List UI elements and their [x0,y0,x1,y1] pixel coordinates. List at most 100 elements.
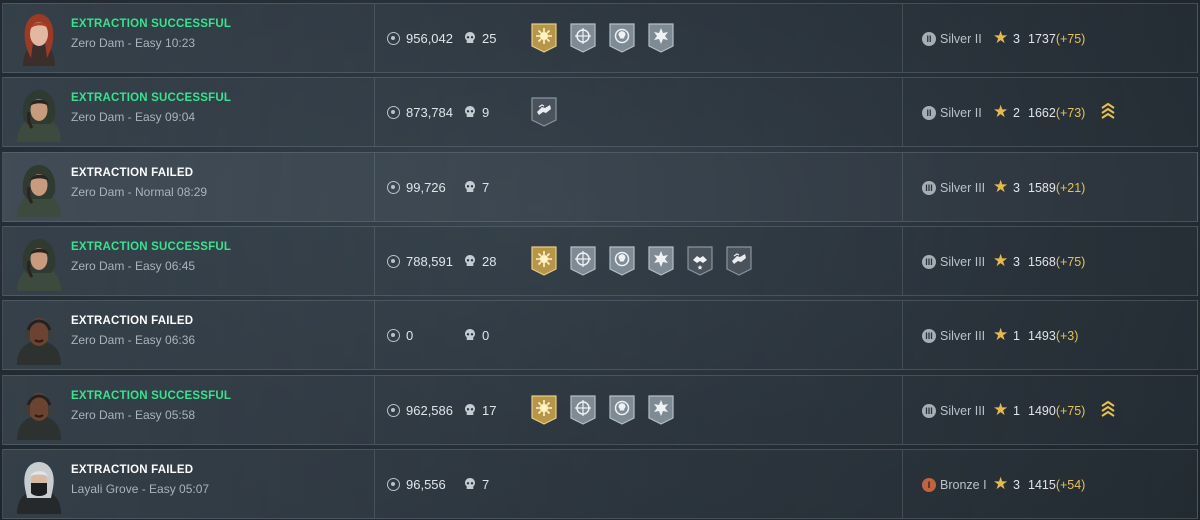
handshake-medal-dark-icon[interactable] [529,96,559,130]
loot-value: 962,586 [406,402,453,418]
star-icon: ★ [993,28,1009,47]
coin-icon [387,106,400,120]
kill-count: 25 [482,31,497,46]
medal-list [529,394,676,428]
kill-count: 9 [482,105,490,121]
score-value: 1737 [1028,32,1056,46]
rank-name: Silver II [940,32,982,46]
coin-icon [387,180,400,194]
star-icon: ★ [993,325,1009,345]
divider [374,152,375,221]
medal-list [529,96,559,130]
star-icon: ★ [993,399,1009,419]
skull-icon [463,254,477,268]
star-icon: ★ [993,250,1009,270]
divider [902,449,903,518]
star-icon: ★ [993,473,1009,493]
match-row[interactable]: EXTRACTION FAILED Zero Dam - Normal 08:29… [2,151,1198,222]
medal-list [529,245,754,279]
loot-value: 873,784 [406,105,453,121]
loot-value: 788,591 [406,253,453,269]
star-burst-medal-icon[interactable] [646,394,676,428]
skull-icon [463,328,477,342]
rank-score: 1493(+3) [1028,329,1078,343]
rank-badge-icon: III [922,180,936,195]
loot-value: 96,556 [406,476,446,492]
operator-avatar [11,84,67,143]
kill-count: 7 [482,179,490,195]
loot-value: 99,726 [406,179,446,195]
rank-badge-icon: II [922,106,936,121]
rank-name: Silver III [940,403,986,418]
map-mode-time: Zero Dam - Normal 08:29 [71,184,208,199]
star-count: 1 [1013,329,1020,344]
score-gain: (+75) [1055,32,1086,46]
rank-name: Silver II [940,106,982,121]
coin-icon [387,403,400,417]
scope-medal-icon[interactable] [568,22,598,56]
rank-score: 1490(+75) [1028,404,1085,418]
star-burst-medal-icon[interactable] [646,245,676,279]
rank-up-chevron-icon [1100,400,1116,420]
star-count: 2 [1013,106,1020,121]
map-mode-time: Zero Dam - Easy 06:45 [71,258,196,273]
score-value: 1589 [1028,180,1056,195]
map-mode-time: Zero Dam - Easy 09:04 [71,110,196,125]
scope-medal-icon[interactable] [568,245,598,279]
skull-shield-medal-icon[interactable] [607,394,637,428]
rank-score: 1589(+21) [1028,181,1085,195]
extraction-status: EXTRACTION FAILED [71,166,194,179]
divider [902,301,903,370]
gold-sun-medal-icon[interactable] [529,394,559,428]
match-row[interactable]: EXTRACTION SUCCESSFUL Zero Dam - Easy 09:… [2,77,1198,148]
loot-value: 0 [406,328,414,344]
medal-list [529,22,676,56]
loot-value: 956,042 [406,31,453,46]
star-icon: ★ [993,102,1009,122]
match-row[interactable]: EXTRACTION SUCCESSFUL Zero Dam - Easy 05:… [2,374,1198,445]
star-count: 3 [1013,477,1020,492]
match-row[interactable]: EXTRACTION SUCCESSFUL Zero Dam - Easy 10:… [2,3,1198,73]
scope-medal-icon[interactable] [568,394,598,428]
skull-icon [463,477,477,491]
match-history-list: EXTRACTION SUCCESSFUL Zero Dam - Easy 10:… [0,0,1200,520]
extraction-status: EXTRACTION SUCCESSFUL [71,92,232,105]
match-row[interactable]: EXTRACTION SUCCESSFUL Zero Dam - Easy 06:… [2,225,1198,296]
match-row[interactable]: EXTRACTION FAILED Layali Grove - Easy 05:… [2,448,1198,519]
score-value: 1493 [1028,329,1056,344]
handshake-star-medal-icon[interactable] [685,245,715,279]
match-row[interactable]: EXTRACTION FAILED Zero Dam - Easy 06:36 0 0… [2,300,1198,371]
score-gain: (+73) [1055,106,1086,121]
divider [374,301,375,370]
divider [902,375,903,444]
operator-avatar [11,10,67,68]
operator-avatar [11,233,67,291]
divider [374,226,375,295]
map-mode-time: Layali Grove - Easy 05:07 [71,481,210,496]
coin-icon [387,329,400,343]
skull-shield-medal-icon[interactable] [607,245,637,279]
coin-icon [387,254,400,268]
star-count: 3 [1013,32,1020,46]
star-burst-medal-icon[interactable] [646,22,676,56]
kill-count: 28 [482,253,497,269]
rank-badge-icon: III [922,403,936,418]
extraction-status: EXTRACTION SUCCESSFUL [71,18,232,30]
divider [374,449,375,518]
divider [374,78,375,147]
rank-score: 1737(+75) [1028,32,1085,46]
rank-score: 1568(+75) [1028,255,1085,269]
divider [902,78,903,147]
skull-icon [463,180,477,194]
skull-shield-medal-icon[interactable] [607,22,637,56]
operator-avatar [11,159,67,217]
map-mode-time: Zero Dam - Easy 05:58 [71,407,196,422]
gold-sun-medal-icon[interactable] [529,22,559,56]
handshake-medal-dark-icon[interactable] [724,245,754,279]
score-gain: (+54) [1055,477,1086,492]
kill-count: 7 [482,476,490,492]
star-count: 3 [1013,254,1020,269]
gold-sun-medal-icon[interactable] [529,245,559,279]
extraction-status: EXTRACTION SUCCESSFUL [71,389,232,402]
rank-name: Bronze I [940,477,987,492]
